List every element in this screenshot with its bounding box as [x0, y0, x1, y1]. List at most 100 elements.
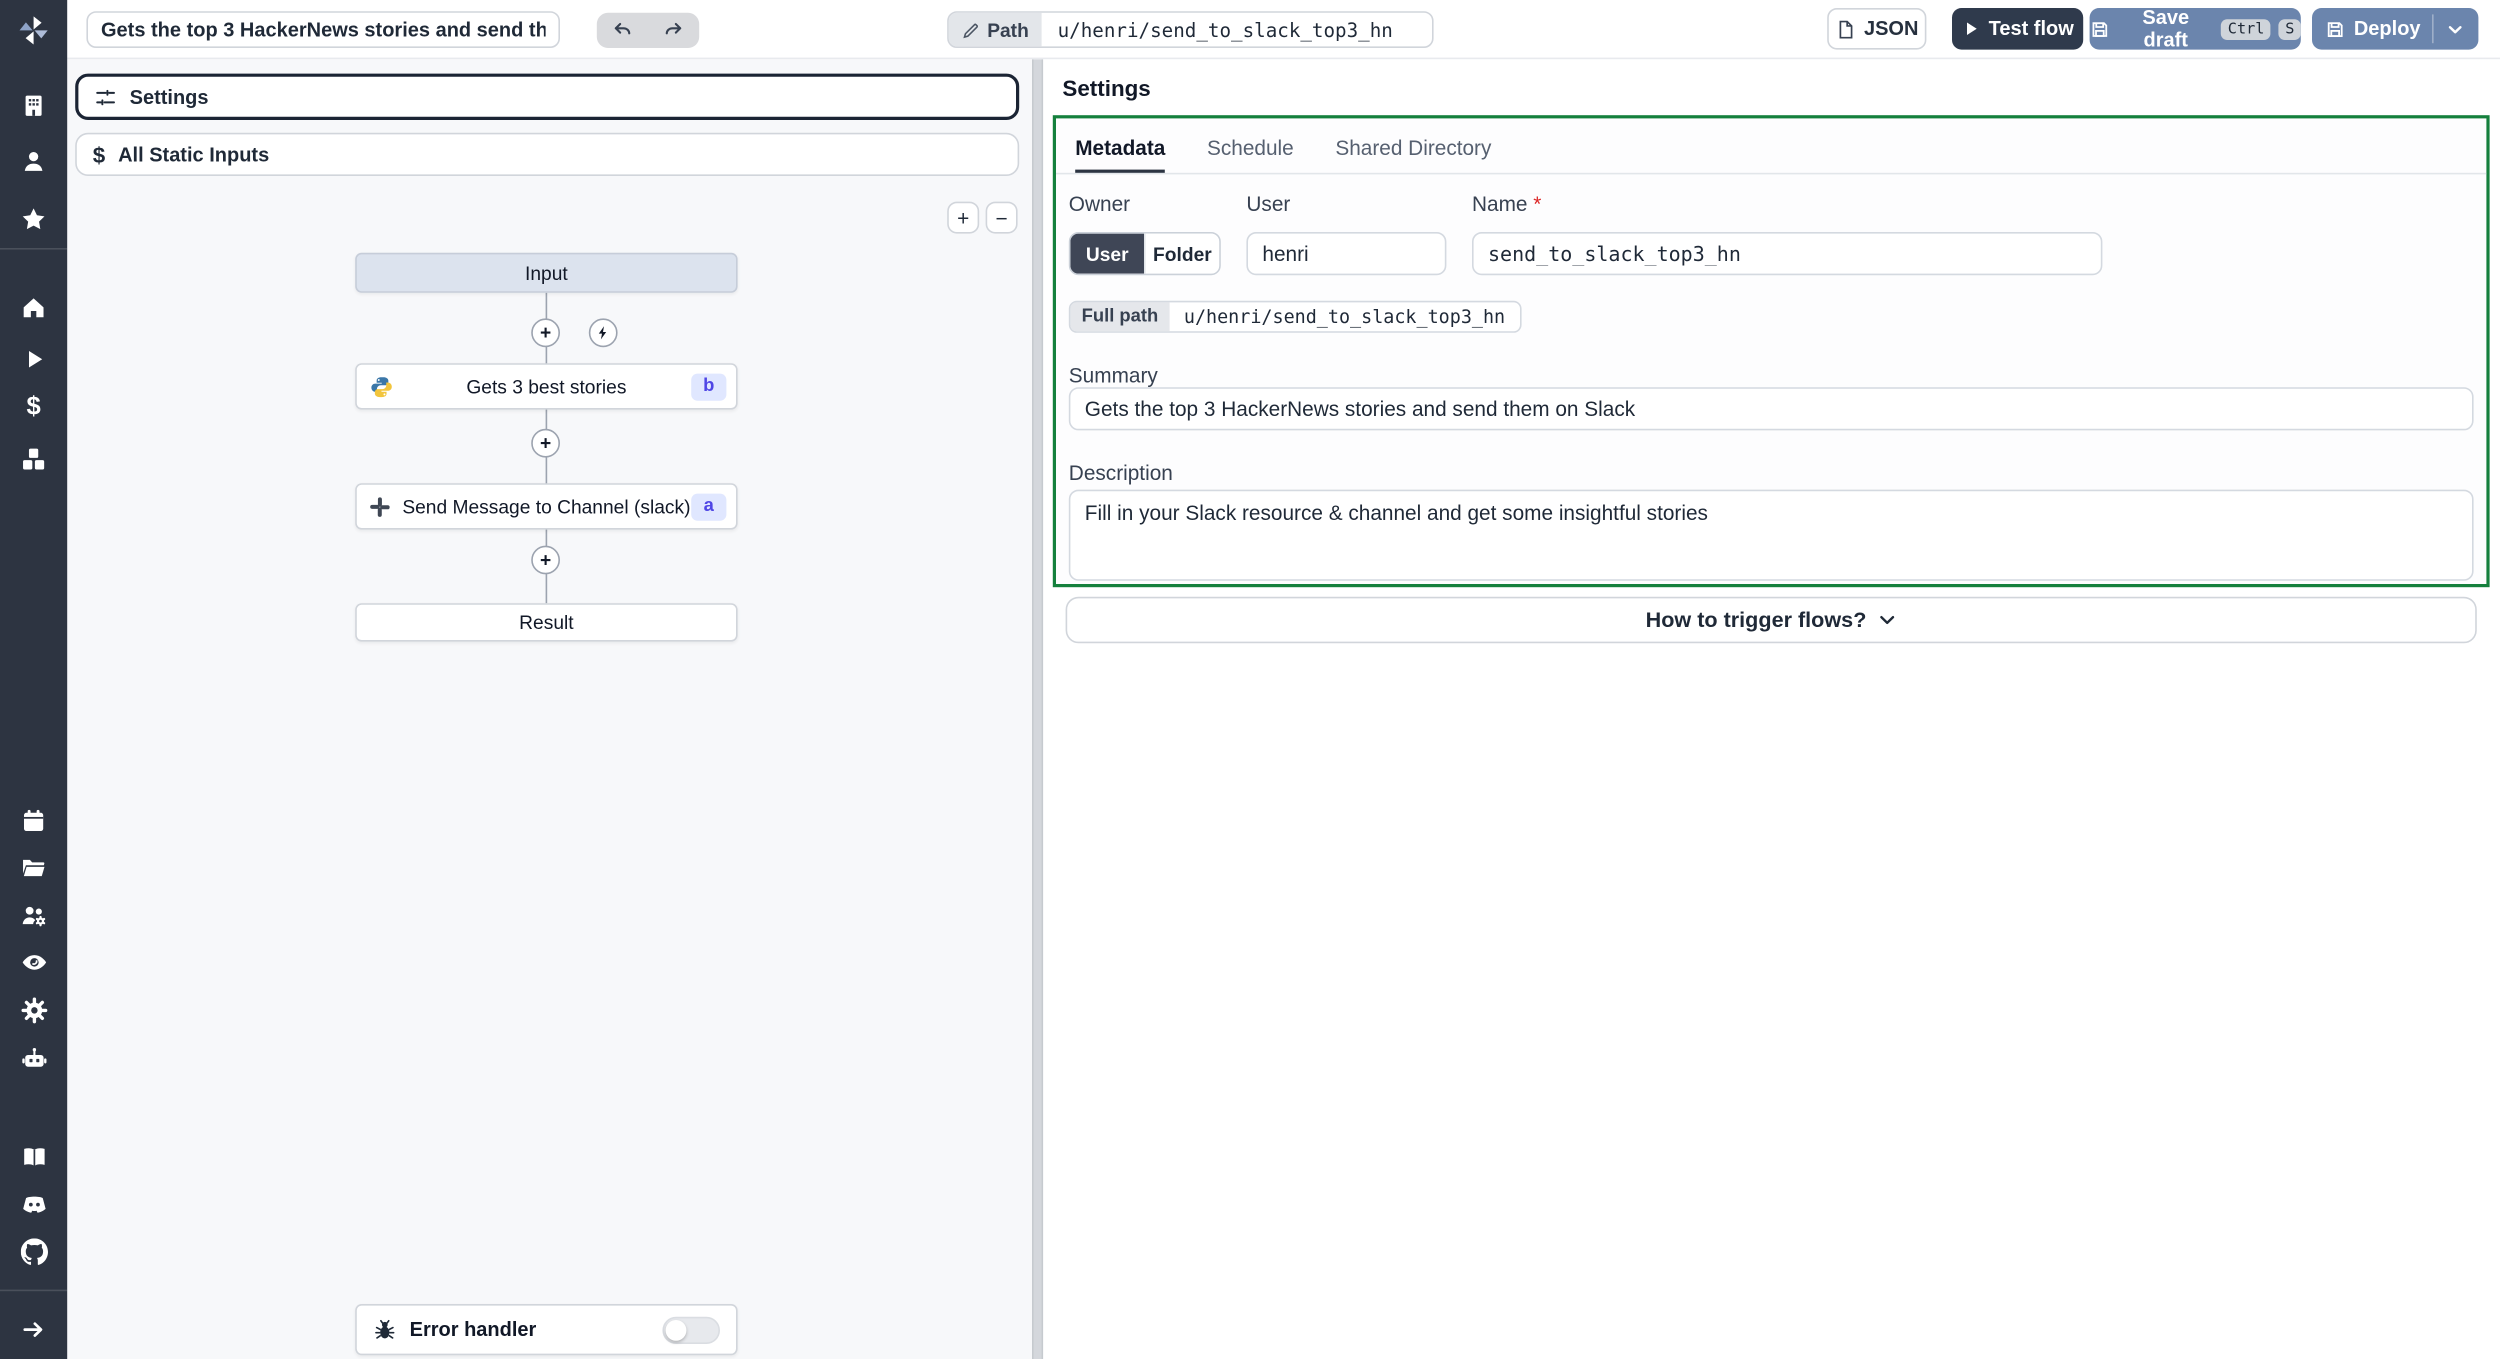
full-path-value: u/henri/send_to_slack_top3_hn: [1183, 305, 1506, 328]
add-step-button[interactable]: +: [531, 428, 560, 458]
tab-schedule[interactable]: Schedule: [1207, 131, 1294, 173]
path-value: u/henri/send_to_slack_top3_hn: [1057, 18, 1393, 41]
dollar-icon[interactable]: $: [0, 386, 67, 431]
screenshot-stage: $ Gets the top 3 HackerNews stories and …: [0, 0, 2500, 1359]
save-draft-label: Save draft: [2142, 6, 2190, 52]
all-static-inputs-item[interactable]: $ All Static Inputs: [75, 132, 1020, 176]
topbar: Path u/henri/send_to_slack_top3_hn JSON …: [67, 0, 2500, 60]
path-control[interactable]: Path u/henri/send_to_slack_top3_hn: [947, 11, 1434, 48]
flow-canvas-pane: Settings $ All Static Inputs + − Input +…: [67, 59, 1032, 1359]
windmill-flow-editor: $ Gets the top 3 HackerNews stories and …: [0, 0, 2500, 1359]
owner-option-folder[interactable]: Folder: [1144, 233, 1220, 274]
save-draft-button[interactable]: Save draft Ctrl S: [2089, 6, 2301, 52]
full-path-badge: Full path u/henri/send_to_slack_top3_hn: [1068, 300, 1522, 333]
zoom-out-button[interactable]: −: [985, 201, 1018, 234]
calendar-icon[interactable]: [0, 798, 67, 843]
play-icon: [1966, 22, 1977, 36]
robot-icon[interactable]: [0, 1035, 67, 1080]
flow-settings-label: Settings: [129, 85, 209, 108]
deploy-label: Deploy: [2353, 17, 2421, 40]
discord-icon[interactable]: [0, 1181, 67, 1226]
tab-shared-directory[interactable]: Shared Directory: [1335, 131, 1491, 173]
input-node-label: Input: [525, 261, 568, 284]
static-inputs-label: All Static Inputs: [118, 143, 270, 166]
chevron-down-icon[interactable]: [2445, 18, 2466, 39]
flow-title-input[interactable]: [86, 11, 561, 48]
zap-icon: [598, 326, 607, 340]
github-icon[interactable]: [0, 1229, 67, 1274]
book-open-icon[interactable]: [0, 1134, 67, 1179]
add-step-button[interactable]: +: [531, 318, 560, 348]
step-node-python[interactable]: Gets 3 best stories b: [355, 363, 738, 410]
step-badge: a: [691, 492, 727, 520]
step-node-slack[interactable]: Send Message to Channel (slack) a: [355, 483, 738, 530]
kbd-ctrl: Ctrl: [2221, 18, 2271, 40]
input-node[interactable]: Input: [355, 252, 738, 293]
play-icon[interactable]: [0, 336, 67, 381]
kbd-s: S: [2278, 18, 2301, 40]
arrow-right-icon[interactable]: [0, 1307, 67, 1352]
user-input[interactable]: [1246, 232, 1447, 276]
settings-pane: Settings Metadata Schedule Shared Direct…: [1043, 59, 2500, 1359]
name-label: Name *: [1472, 192, 1542, 216]
bug-icon: [375, 1319, 395, 1338]
error-handler-toggle[interactable]: [662, 1316, 720, 1344]
owner-toggle-group: User Folder: [1068, 232, 1221, 276]
windmill-logo[interactable]: [0, 6, 67, 54]
dollar-icon: $: [92, 141, 106, 168]
flow-settings-item[interactable]: Settings: [75, 73, 1020, 120]
description-label: Description: [1068, 460, 1173, 485]
star-icon[interactable]: [0, 197, 67, 242]
tab-metadata[interactable]: Metadata: [1075, 131, 1166, 173]
gear-icon[interactable]: [0, 987, 67, 1032]
user-label: User: [1246, 192, 1291, 216]
redo-button[interactable]: [653, 14, 695, 46]
owner-option-user[interactable]: User: [1070, 233, 1144, 274]
test-flow-label: Test flow: [1988, 17, 2074, 40]
save-icon: [2092, 21, 2108, 37]
building-icon[interactable]: [0, 83, 67, 128]
step-node-label: Send Message to Channel (slack): [402, 495, 691, 518]
settings-heading: Settings: [1062, 75, 1151, 101]
sidebar-divider: [0, 248, 68, 250]
user-icon[interactable]: [0, 139, 67, 184]
boxes-icon[interactable]: [0, 437, 67, 482]
required-asterisk: *: [1533, 192, 1542, 216]
pencil-icon: [963, 22, 979, 38]
app-sidebar: $: [0, 0, 68, 1359]
sidebar-divider: [0, 1289, 68, 1292]
how-to-trigger-button[interactable]: How to trigger flows?: [1065, 596, 2477, 644]
users-gear-icon[interactable]: [0, 893, 67, 938]
sliders-icon: [96, 89, 115, 105]
chevron-down-icon: [1879, 615, 1894, 625]
trigger-zap-button[interactable]: [588, 318, 618, 348]
step-node-label: Gets 3 best stories: [466, 375, 627, 398]
owner-label: Owner: [1068, 192, 1131, 216]
error-handler-node[interactable]: Error handler: [355, 1304, 738, 1356]
test-flow-button[interactable]: Test flow: [1952, 8, 2084, 50]
home-icon[interactable]: [0, 285, 67, 330]
redo-icon: [665, 22, 682, 35]
summary-label: Summary: [1068, 363, 1158, 388]
path-badge: Path: [948, 12, 1042, 47]
eye-icon[interactable]: [0, 939, 67, 984]
settings-tabbar: Metadata Schedule Shared Directory: [1056, 131, 2487, 175]
error-handler-label: Error handler: [409, 1318, 537, 1341]
save-icon: [2328, 21, 2343, 37]
deploy-button[interactable]: Deploy: [2312, 8, 2479, 50]
json-button-label: JSON: [1863, 17, 1919, 40]
pane-resize-handle[interactable]: [1032, 59, 1044, 1359]
result-node[interactable]: Result: [355, 603, 738, 642]
description-textarea[interactable]: Fill in your Slack resource & channel an…: [1068, 489, 2474, 581]
json-button[interactable]: JSON: [1827, 8, 1927, 50]
zoom-in-button[interactable]: +: [947, 201, 980, 234]
name-input[interactable]: [1472, 232, 2103, 276]
file-json-icon: [1839, 19, 1853, 38]
undo-button[interactable]: [602, 14, 644, 46]
path-label: Path: [987, 18, 1029, 41]
metadata-panel: Metadata Schedule Shared Directory Owner…: [1052, 115, 2490, 588]
add-step-button[interactable]: +: [531, 545, 560, 575]
toggle-knob: [665, 1319, 687, 1340]
summary-input[interactable]: [1068, 387, 2474, 431]
folder-open-icon[interactable]: [0, 845, 67, 890]
